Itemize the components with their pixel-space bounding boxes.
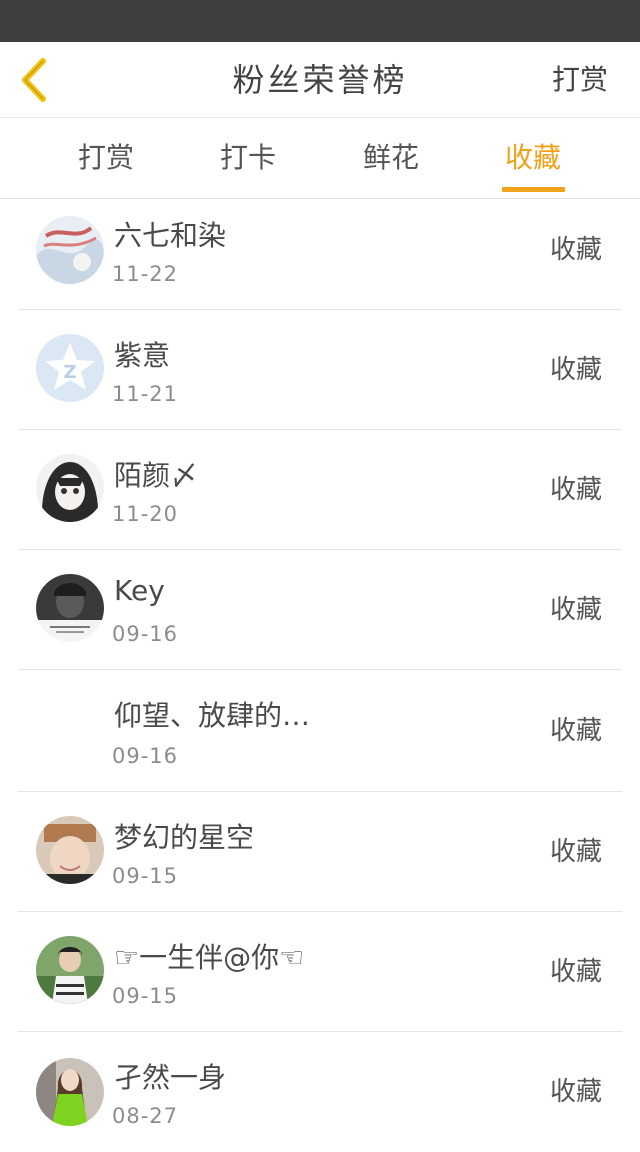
- action-date: 09-16: [112, 622, 179, 646]
- top-nav-bar: 粉丝荣誉榜 打赏: [0, 42, 640, 118]
- action-date: 09-15: [112, 864, 179, 888]
- list-item[interactable]: 梦幻的星空 09-15 收藏: [0, 792, 640, 912]
- action-type: 收藏: [549, 1077, 602, 1107]
- user-name: 紫意: [114, 339, 171, 372]
- action-type: 收藏: [549, 355, 602, 385]
- user-avatar: [36, 1058, 104, 1126]
- list-item[interactable]: 六七和染 11-22 收藏: [0, 200, 640, 310]
- active-tab-indicator: [502, 187, 565, 192]
- user-name: 梦幻的星空: [114, 821, 255, 854]
- status-bar: [0, 0, 640, 42]
- user-avatar: Z: [36, 334, 104, 402]
- list-item[interactable]: Z 紫意 11-21 收藏: [0, 310, 640, 430]
- user-avatar: [36, 574, 104, 642]
- tab-checkin[interactable]: 打卡: [198, 118, 298, 198]
- tab-reward[interactable]: 打赏: [56, 118, 156, 198]
- tab-flowers[interactable]: 鲜花: [341, 118, 441, 198]
- user-name: 陌颜〆: [114, 459, 199, 492]
- action-type: 收藏: [549, 595, 602, 625]
- avatar-anime-girl-icon: [36, 454, 104, 522]
- avatar-illustration-icon: [36, 216, 104, 284]
- avatar-face-photo-icon: [36, 816, 104, 884]
- action-type: 收藏: [549, 235, 602, 265]
- action-date: 11-21: [112, 382, 179, 406]
- action-date: 11-22: [112, 262, 179, 286]
- list-item[interactable]: ☞一生伴@你☜ 09-15 收藏: [0, 912, 640, 1032]
- user-name: 六七和染: [114, 219, 227, 252]
- list-item[interactable]: 孑然一身 08-27 收藏: [0, 1032, 640, 1142]
- avatar-girl-green-icon: [36, 1058, 104, 1126]
- user-name: 仰望、放肆的…: [114, 699, 311, 732]
- list-item[interactable]: Key 09-16 收藏: [0, 550, 640, 670]
- list-item[interactable]: 仰望、放肆的… 09-16 收藏: [0, 670, 640, 792]
- reward-button[interactable]: 打赏: [552, 42, 608, 118]
- qzone-star-icon: Z: [36, 334, 104, 402]
- user-avatar: [36, 816, 104, 884]
- page-title: 粉丝荣誉榜: [232, 61, 408, 99]
- action-type: 收藏: [549, 837, 602, 867]
- action-date: 11-20: [112, 502, 179, 526]
- user-avatar: [36, 936, 104, 1004]
- svg-text:Z: Z: [63, 362, 76, 383]
- avatar-dark-photo-icon: [36, 574, 104, 642]
- list-item[interactable]: 陌颜〆 11-20 收藏: [0, 430, 640, 550]
- action-type: 收藏: [549, 957, 602, 987]
- user-avatar: [36, 216, 104, 284]
- action-date: 09-15: [112, 984, 179, 1008]
- user-name: 孑然一身: [114, 1061, 227, 1094]
- action-date: 09-16: [112, 744, 179, 768]
- fan-list: 六七和染 11-22 收藏 Z 紫意 11-21 收藏 陌颜〆 11-20 收藏…: [0, 200, 640, 1142]
- action-type: 收藏: [549, 475, 602, 505]
- tab-favorites[interactable]: 收藏: [483, 118, 583, 198]
- user-avatar: [36, 454, 104, 522]
- avatar-boy-photo-icon: [36, 936, 104, 1004]
- action-date: 08-27: [112, 1104, 179, 1128]
- user-name: Key: [114, 574, 165, 607]
- action-type: 收藏: [549, 716, 602, 746]
- user-name: ☞一生伴@你☜: [114, 941, 305, 974]
